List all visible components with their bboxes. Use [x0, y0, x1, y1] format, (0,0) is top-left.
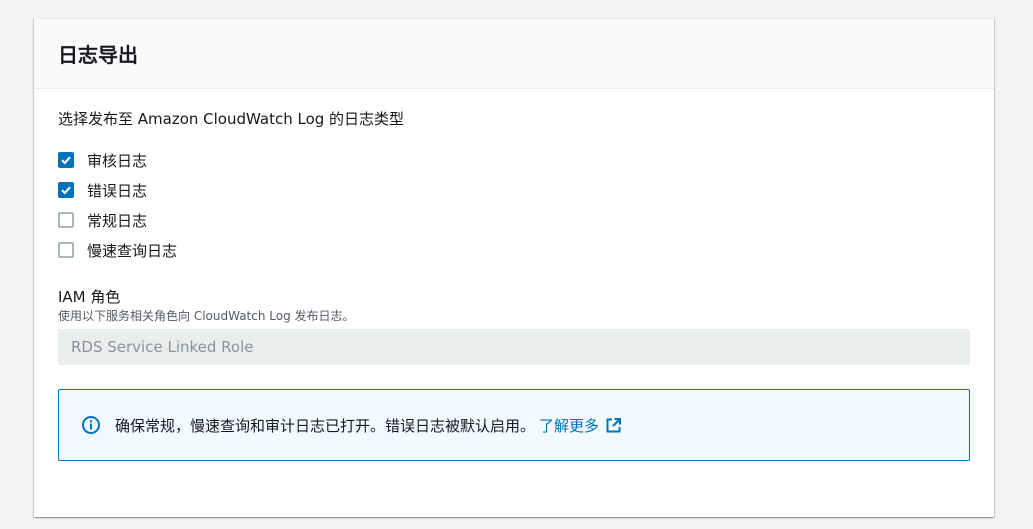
- log-types-checkbox-group: 审核日志 错误日志 常规日志 慢速查询日志: [58, 145, 970, 265]
- iam-role-label: IAM 角色: [58, 288, 121, 306]
- log-export-panel: 日志导出 选择发布至 Amazon CloudWatch Log 的日志类型 审…: [34, 18, 994, 517]
- learn-more-link[interactable]: 了解更多: [539, 415, 622, 436]
- iam-role-description: 使用以下服务相关角色向 CloudWatch Log 发布日志。: [58, 309, 355, 323]
- info-icon: [81, 415, 101, 435]
- checkbox-box[interactable]: [58, 242, 74, 258]
- checkbox-box[interactable]: [58, 152, 74, 168]
- panel-title: 日志导出: [58, 43, 138, 67]
- external-link-icon[interactable]: [605, 417, 622, 434]
- checkbox-label[interactable]: 审核日志: [87, 150, 147, 171]
- checkbox-error-log[interactable]: 错误日志: [58, 175, 970, 205]
- log-types-description: 选择发布至 Amazon CloudWatch Log 的日志类型: [58, 110, 405, 128]
- info-alert: 确保常规，慢速查询和审计日志已打开。错误日志被默认启用。 了解更多: [58, 389, 970, 461]
- check-icon: [61, 156, 71, 165]
- checkbox-box[interactable]: [58, 182, 74, 198]
- checkbox-label[interactable]: 慢速查询日志: [87, 240, 177, 261]
- check-icon: [61, 186, 71, 195]
- checkbox-audit-log[interactable]: 审核日志: [58, 145, 970, 175]
- panel-body: 选择发布至 Amazon CloudWatch Log 的日志类型 审核日志 错…: [34, 89, 994, 461]
- iam-role-input: RDS Service Linked Role: [58, 329, 970, 365]
- checkbox-general-log[interactable]: 常规日志: [58, 205, 970, 235]
- checkbox-label[interactable]: 常规日志: [87, 210, 147, 231]
- checkbox-slow-query-log[interactable]: 慢速查询日志: [58, 235, 970, 265]
- checkbox-label[interactable]: 错误日志: [87, 180, 147, 201]
- learn-more-label[interactable]: 了解更多: [539, 417, 599, 435]
- alert-text: 确保常规，慢速查询和审计日志已打开。错误日志被默认启用。: [115, 416, 536, 435]
- checkbox-box[interactable]: [58, 212, 74, 228]
- panel-header: 日志导出: [34, 19, 994, 89]
